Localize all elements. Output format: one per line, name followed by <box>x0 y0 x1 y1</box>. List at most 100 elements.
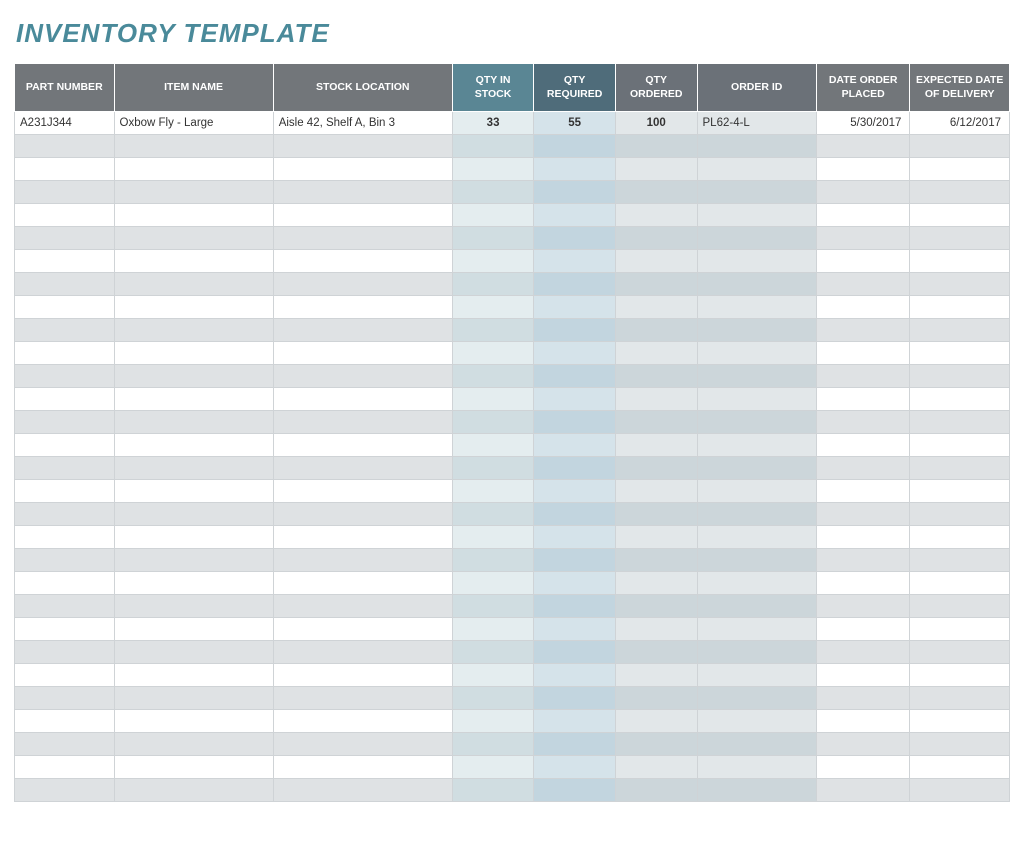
cell-qty-ordered[interactable] <box>615 756 697 779</box>
cell-order-id[interactable] <box>697 779 816 802</box>
cell-stock-location[interactable] <box>273 572 452 595</box>
cell-item-name[interactable] <box>114 687 273 710</box>
cell-qty-ordered[interactable] <box>615 319 697 342</box>
cell-date-order-placed[interactable] <box>816 595 910 618</box>
cell-qty-required[interactable] <box>534 503 616 526</box>
cell-stock-location[interactable] <box>273 595 452 618</box>
cell-item-name[interactable]: Oxbow Fly - Large <box>114 112 273 135</box>
cell-item-name[interactable] <box>114 434 273 457</box>
cell-stock-location[interactable] <box>273 158 452 181</box>
cell-item-name[interactable] <box>114 756 273 779</box>
cell-item-name[interactable] <box>114 480 273 503</box>
cell-expected-date[interactable] <box>910 434 1010 457</box>
cell-part-number[interactable] <box>15 434 115 457</box>
cell-qty-ordered[interactable] <box>615 480 697 503</box>
cell-item-name[interactable] <box>114 664 273 687</box>
cell-qty-required[interactable] <box>534 595 616 618</box>
cell-expected-date[interactable] <box>910 779 1010 802</box>
cell-order-id[interactable] <box>697 549 816 572</box>
cell-date-order-placed[interactable] <box>816 664 910 687</box>
cell-item-name[interactable] <box>114 204 273 227</box>
cell-qty-in-stock[interactable] <box>452 434 534 457</box>
cell-expected-date[interactable] <box>910 595 1010 618</box>
cell-stock-location[interactable] <box>273 388 452 411</box>
cell-date-order-placed[interactable] <box>816 457 910 480</box>
cell-expected-date[interactable] <box>910 618 1010 641</box>
cell-qty-in-stock[interactable] <box>452 457 534 480</box>
cell-expected-date[interactable] <box>910 480 1010 503</box>
cell-order-id[interactable] <box>697 664 816 687</box>
cell-expected-date[interactable] <box>910 388 1010 411</box>
cell-qty-required[interactable] <box>534 779 616 802</box>
cell-expected-date[interactable] <box>910 273 1010 296</box>
cell-order-id[interactable] <box>697 158 816 181</box>
cell-qty-ordered[interactable] <box>615 273 697 296</box>
cell-qty-ordered[interactable] <box>615 250 697 273</box>
cell-order-id[interactable] <box>697 641 816 664</box>
cell-qty-in-stock[interactable] <box>452 779 534 802</box>
cell-qty-required[interactable] <box>534 181 616 204</box>
cell-qty-in-stock[interactable] <box>452 687 534 710</box>
cell-stock-location[interactable] <box>273 434 452 457</box>
cell-qty-ordered[interactable] <box>615 227 697 250</box>
cell-order-id[interactable] <box>697 480 816 503</box>
cell-qty-in-stock[interactable] <box>452 319 534 342</box>
cell-part-number[interactable] <box>15 250 115 273</box>
cell-expected-date[interactable] <box>910 227 1010 250</box>
cell-item-name[interactable] <box>114 641 273 664</box>
cell-date-order-placed[interactable] <box>816 319 910 342</box>
cell-expected-date[interactable] <box>910 181 1010 204</box>
cell-date-order-placed[interactable] <box>816 526 910 549</box>
cell-part-number[interactable] <box>15 273 115 296</box>
cell-qty-required[interactable] <box>534 733 616 756</box>
cell-qty-in-stock[interactable] <box>452 733 534 756</box>
cell-qty-required[interactable] <box>534 641 616 664</box>
cell-part-number[interactable] <box>15 319 115 342</box>
cell-qty-required[interactable] <box>534 342 616 365</box>
cell-stock-location[interactable] <box>273 250 452 273</box>
cell-item-name[interactable] <box>114 457 273 480</box>
cell-stock-location[interactable] <box>273 664 452 687</box>
cell-expected-date[interactable] <box>910 641 1010 664</box>
cell-qty-required[interactable] <box>534 135 616 158</box>
cell-stock-location[interactable] <box>273 296 452 319</box>
cell-stock-location[interactable] <box>273 480 452 503</box>
cell-date-order-placed[interactable] <box>816 227 910 250</box>
cell-date-order-placed[interactable] <box>816 618 910 641</box>
cell-part-number[interactable] <box>15 733 115 756</box>
cell-date-order-placed[interactable] <box>816 342 910 365</box>
cell-date-order-placed[interactable] <box>816 411 910 434</box>
cell-qty-ordered[interactable] <box>615 181 697 204</box>
cell-item-name[interactable] <box>114 250 273 273</box>
cell-expected-date[interactable] <box>910 710 1010 733</box>
cell-item-name[interactable] <box>114 572 273 595</box>
cell-date-order-placed[interactable]: 5/30/2017 <box>816 112 910 135</box>
cell-expected-date[interactable]: 6/12/2017 <box>910 112 1010 135</box>
cell-order-id[interactable] <box>697 342 816 365</box>
cell-order-id[interactable] <box>697 572 816 595</box>
cell-expected-date[interactable] <box>910 664 1010 687</box>
cell-item-name[interactable] <box>114 365 273 388</box>
cell-date-order-placed[interactable] <box>816 503 910 526</box>
cell-qty-in-stock[interactable] <box>452 365 534 388</box>
cell-date-order-placed[interactable] <box>816 779 910 802</box>
cell-qty-required[interactable] <box>534 158 616 181</box>
cell-qty-ordered[interactable] <box>615 158 697 181</box>
cell-qty-ordered[interactable] <box>615 779 697 802</box>
cell-qty-in-stock[interactable] <box>452 756 534 779</box>
cell-order-id[interactable] <box>697 227 816 250</box>
cell-qty-ordered[interactable] <box>615 503 697 526</box>
cell-qty-required[interactable] <box>534 687 616 710</box>
cell-date-order-placed[interactable] <box>816 181 910 204</box>
cell-qty-ordered[interactable] <box>615 733 697 756</box>
cell-date-order-placed[interactable] <box>816 250 910 273</box>
cell-qty-required[interactable] <box>534 618 616 641</box>
cell-qty-in-stock[interactable] <box>452 273 534 296</box>
cell-part-number[interactable] <box>15 204 115 227</box>
cell-part-number[interactable] <box>15 135 115 158</box>
cell-expected-date[interactable] <box>910 549 1010 572</box>
cell-expected-date[interactable] <box>910 342 1010 365</box>
cell-date-order-placed[interactable] <box>816 158 910 181</box>
cell-qty-required[interactable] <box>534 572 616 595</box>
cell-qty-required[interactable] <box>534 296 616 319</box>
